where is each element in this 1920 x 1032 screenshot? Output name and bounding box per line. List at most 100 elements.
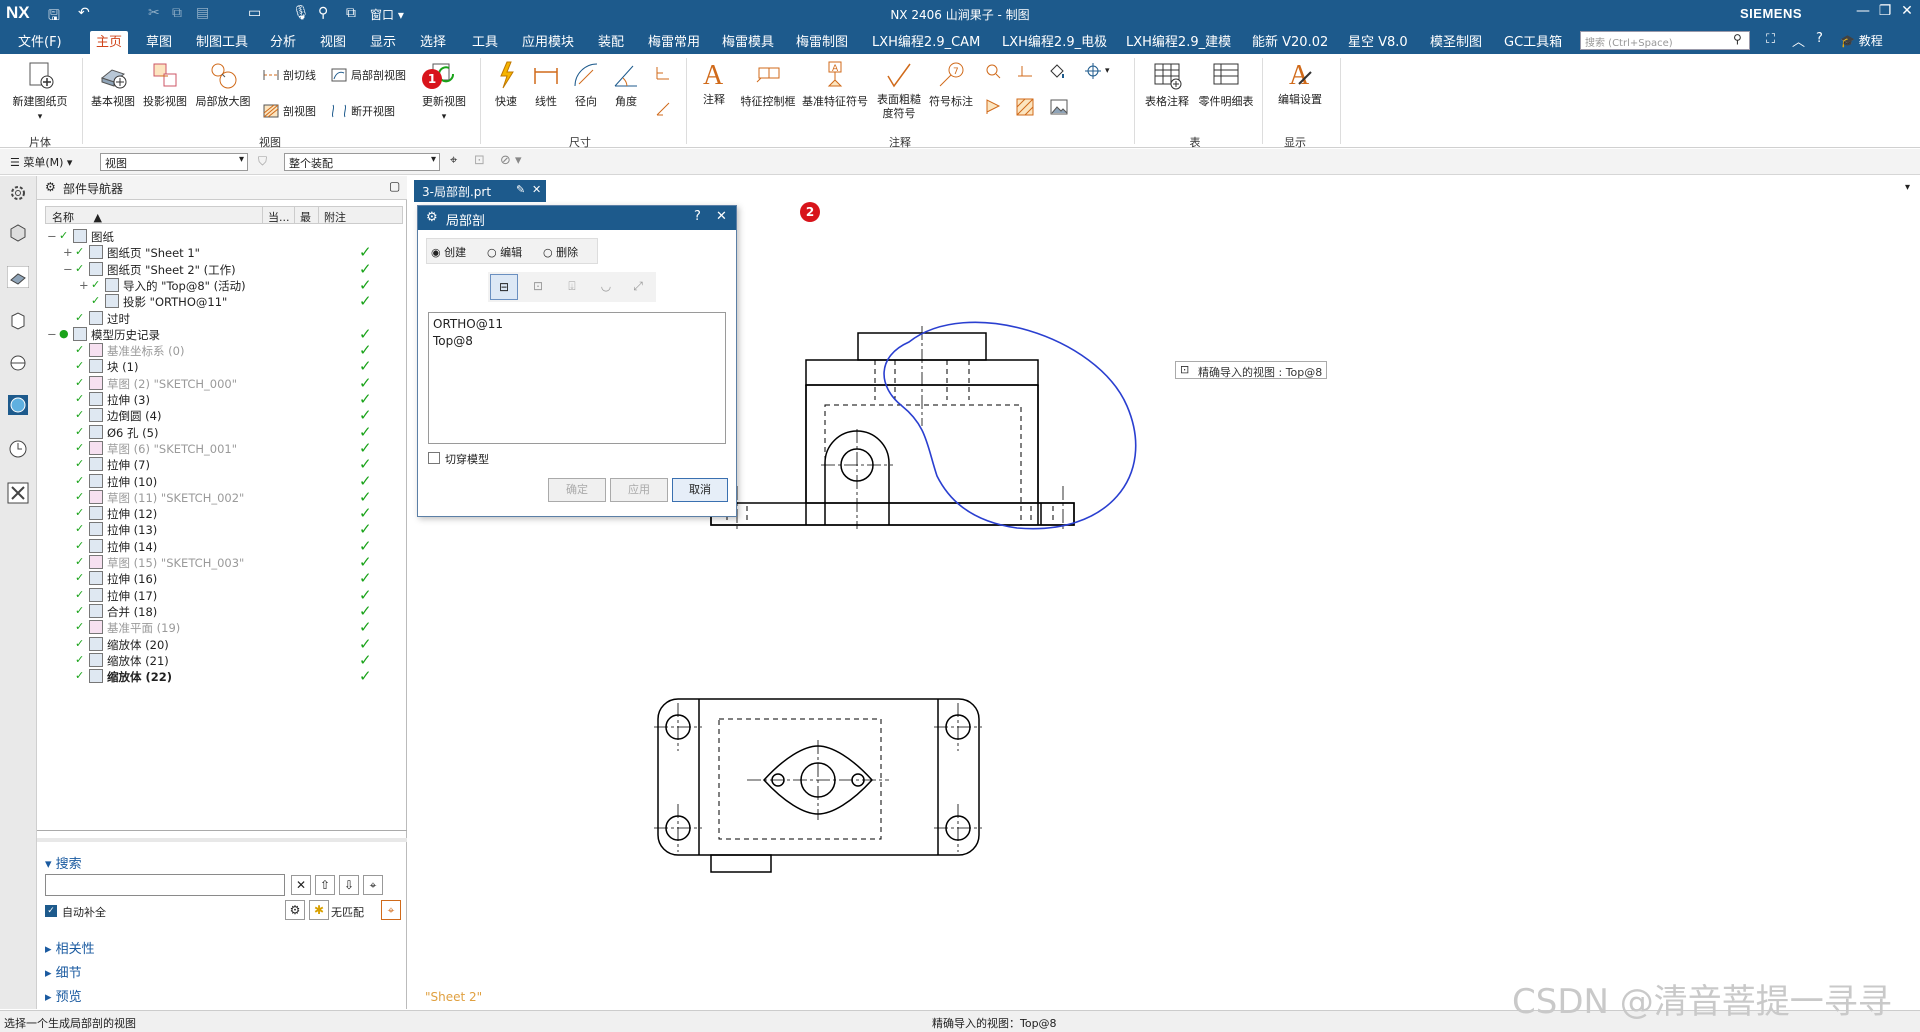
visibility-check-icon[interactable]: ✓ xyxy=(75,653,84,666)
view-list-item[interactable]: Top@8 xyxy=(433,333,721,350)
visibility-check-icon[interactable]: ✓ xyxy=(75,637,84,650)
tab-meilei-common[interactable]: 梅雷常用 xyxy=(642,31,706,54)
visibility-check-icon[interactable]: ✓ xyxy=(75,311,84,324)
view-list[interactable]: ORTHO@11 Top@8 xyxy=(428,312,726,444)
tabular-note-button[interactable]: 表格注释 xyxy=(1142,60,1192,109)
fullscreen-icon[interactable]: ⛶ xyxy=(1766,32,1775,47)
highlight-icon[interactable]: ✱ xyxy=(309,900,329,920)
modify-boundary-icon[interactable]: ⤢ xyxy=(624,274,652,300)
edit-settings-button[interactable]: A 编辑设置 xyxy=(1270,58,1330,107)
visibility-check-icon[interactable]: ✓ xyxy=(75,457,84,470)
view-list-item[interactable]: ORTHO@11 xyxy=(433,316,721,333)
arrow-up-icon[interactable]: ⇧ xyxy=(315,875,335,895)
datum-feature-symbol-button[interactable]: A 基准特征符号 xyxy=(800,60,870,109)
visibility-check-icon[interactable]: ✓ xyxy=(75,588,84,601)
apply-button[interactable]: 应用 xyxy=(610,478,668,502)
history-icon[interactable] xyxy=(7,438,29,460)
target-point-button[interactable] xyxy=(984,62,1002,80)
angular-dimension-button[interactable]: 角度 xyxy=(608,60,644,109)
column-attach[interactable]: 附注 xyxy=(324,209,346,225)
tab-lxh-electrode[interactable]: LXH编程2.9_电极 xyxy=(996,31,1113,54)
tab-select[interactable]: 选择 xyxy=(414,31,452,54)
splitter[interactable] xyxy=(37,838,407,842)
dialog-help-icon[interactable]: ? xyxy=(694,209,701,224)
help-icon[interactable]: ? xyxy=(1816,31,1823,46)
update-view-button[interactable]: 更新视图 ▾ xyxy=(416,60,472,122)
crosshatch-button[interactable] xyxy=(1016,98,1034,116)
top-view-drawing[interactable] xyxy=(710,332,1075,526)
base-view-button[interactable]: 基本视图 xyxy=(88,60,138,109)
tools-icon[interactable] xyxy=(7,482,29,504)
centerline-button[interactable]: ▾ xyxy=(1084,62,1110,80)
expand-toggle-icon[interactable]: − xyxy=(47,327,57,341)
doc-edit-icon[interactable]: ✎ xyxy=(516,183,525,196)
surface-finish-button[interactable]: 表面粗糙 度符号 xyxy=(874,60,924,121)
visibility-check-icon[interactable]: ● xyxy=(59,327,69,340)
details-section-header[interactable]: ▸ 细节 xyxy=(45,962,403,984)
visibility-check-icon[interactable]: ✓ xyxy=(75,425,84,438)
expand-toggle-icon[interactable]: − xyxy=(63,262,73,276)
locate-icon[interactable]: ⌖ xyxy=(363,875,383,895)
tab-assembly[interactable]: 装配 xyxy=(592,31,630,54)
tab-lxh-cam[interactable]: LXH编程2.9_CAM xyxy=(866,31,986,54)
globe-icon[interactable] xyxy=(7,394,29,416)
snap-icon[interactable]: ⌖ xyxy=(450,153,457,168)
visibility-check-icon[interactable]: ✓ xyxy=(75,359,84,372)
radio-create[interactable]: ◉ 创建 xyxy=(431,244,466,260)
tab-view[interactable]: 视图 xyxy=(314,31,352,54)
tab-meilei-mold[interactable]: 梅雷模具 xyxy=(716,31,780,54)
radial-dimension-button[interactable]: 径向 xyxy=(568,60,604,109)
auto-complete-checkbox[interactable]: ✓ xyxy=(45,905,57,917)
cancel-button[interactable]: 取消 xyxy=(672,478,728,502)
rapid-dimension-button[interactable]: 快速 xyxy=(488,60,524,109)
reuse-library-icon[interactable] xyxy=(7,310,29,332)
tab-drafting-tools[interactable]: 制图工具 xyxy=(190,31,254,54)
column-latest[interactable]: 最 xyxy=(300,209,311,225)
close-icon[interactable]: ✕ xyxy=(1896,3,1918,23)
visibility-check-icon[interactable]: ✓ xyxy=(75,441,84,454)
chamfer-dimension-button[interactable] xyxy=(654,100,672,118)
tab-nengxin[interactable]: 能新 V20.02 xyxy=(1246,31,1334,54)
partial-section-view-button[interactable]: 局部剖视图 xyxy=(330,66,406,84)
restore-icon[interactable]: ❐ xyxy=(1874,3,1896,23)
column-current[interactable]: 当... xyxy=(268,209,290,225)
tab-home[interactable]: 主页 xyxy=(90,31,129,54)
break-view-button[interactable]: 断开视图 xyxy=(330,102,395,120)
tab-analysis[interactable]: 分析 xyxy=(264,31,302,54)
visibility-check-icon[interactable]: ✓ xyxy=(75,343,84,356)
maximize-pane-icon[interactable]: ▢ xyxy=(389,179,400,193)
feature-control-frame-button[interactable]: 特征控制框 xyxy=(738,60,798,109)
tree-node[interactable]: ✓ 缩放体 (22) ✓ xyxy=(45,666,403,686)
doc-close-icon[interactable]: ✕ xyxy=(532,183,541,196)
tab-display[interactable]: 显示 xyxy=(364,31,402,54)
visibility-check-icon[interactable]: ✓ xyxy=(75,669,84,682)
radio-delete[interactable]: ○ 删除 xyxy=(543,244,578,260)
visibility-check-icon[interactable]: ✓ xyxy=(91,294,100,307)
linear-dimension-button[interactable]: 线性 xyxy=(528,60,564,109)
visibility-check-icon[interactable]: ✓ xyxy=(75,392,84,405)
visibility-check-icon[interactable]: ✓ xyxy=(75,376,84,389)
weld-symbol-button[interactable] xyxy=(1016,62,1034,80)
ok-button[interactable]: 确定 xyxy=(548,478,606,502)
command-search-input[interactable]: 搜索 (Ctrl+Space) xyxy=(1580,31,1750,50)
visibility-check-icon[interactable]: ✓ xyxy=(75,539,84,552)
arrow-down-icon[interactable]: ⇩ xyxy=(339,875,359,895)
projected-view-button[interactable]: 投影视图 xyxy=(140,60,190,109)
file-menu[interactable]: 文件(F) xyxy=(12,31,68,54)
visibility-check-icon[interactable]: ✓ xyxy=(75,490,84,503)
visibility-check-icon[interactable]: ✓ xyxy=(91,278,100,291)
search-section-header[interactable]: ▾ 搜索 xyxy=(45,853,403,875)
selection-scope-select[interactable]: 整个装配 xyxy=(284,153,440,171)
cut-model-checkbox[interactable] xyxy=(428,452,440,464)
base-point-icon[interactable]: ⊡ xyxy=(524,274,552,300)
search-icon[interactable]: ⚲ xyxy=(1733,32,1742,46)
collapse-ribbon-icon[interactable]: ︿ xyxy=(1792,31,1805,50)
tutorial-link[interactable]: 🎓 教程 xyxy=(1840,32,1883,49)
tab-xingkong[interactable]: 星空 V8.0 xyxy=(1342,31,1414,54)
image-button[interactable] xyxy=(1050,98,1068,116)
tab-meilei-drawing[interactable]: 梅雷制图 xyxy=(790,31,854,54)
dialog-close-icon[interactable]: ✕ xyxy=(716,209,727,224)
document-tab[interactable]: 3-局部剖.prt ✎ ✕ xyxy=(414,180,546,202)
select-view-icon[interactable]: ⊟ xyxy=(490,274,518,300)
tab-applications[interactable]: 应用模块 xyxy=(516,31,580,54)
